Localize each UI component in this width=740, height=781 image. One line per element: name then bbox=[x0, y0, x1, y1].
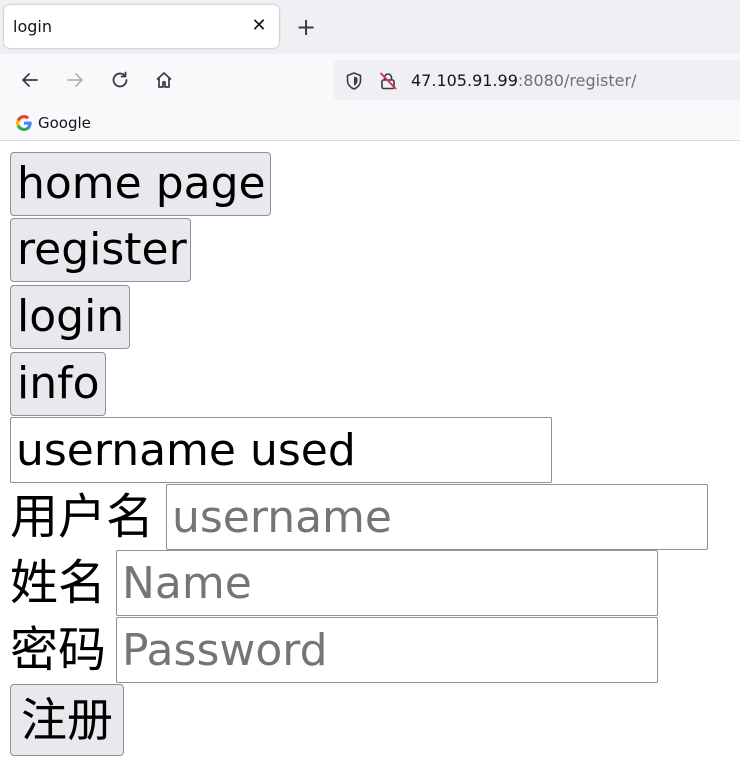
info-button[interactable]: info bbox=[10, 352, 106, 416]
active-tab[interactable]: login ✕ bbox=[4, 5, 279, 48]
shield-icon[interactable] bbox=[343, 70, 365, 92]
password-input[interactable] bbox=[116, 617, 658, 683]
url-text[interactable]: 47.105.91.99:8080/register/ bbox=[411, 71, 636, 90]
status-message-field[interactable] bbox=[10, 417, 552, 483]
tab-title: login bbox=[13, 17, 52, 36]
bookmark-label: Google bbox=[38, 114, 91, 132]
insecure-lock-icon[interactable] bbox=[377, 70, 399, 92]
page-content: home page register login info 用户名 姓名 密码 … bbox=[0, 141, 740, 781]
password-label: 密码 bbox=[10, 622, 107, 678]
url-path: :8080/register/ bbox=[517, 71, 637, 90]
username-input[interactable] bbox=[166, 484, 708, 550]
google-logo-icon bbox=[16, 115, 32, 131]
url-host: 47.105.91.99 bbox=[411, 71, 518, 90]
tab-strip: login ✕ + bbox=[0, 0, 740, 54]
reload-icon[interactable] bbox=[107, 67, 133, 93]
address-bar[interactable]: 47.105.91.99:8080/register/ bbox=[334, 60, 740, 100]
new-tab-button[interactable]: + bbox=[293, 12, 319, 42]
back-icon[interactable] bbox=[17, 67, 43, 93]
forward-icon[interactable] bbox=[62, 67, 88, 93]
bookmark-google[interactable]: Google bbox=[16, 113, 91, 133]
bookmarks-toolbar: Google bbox=[0, 106, 740, 141]
name-label: 姓名 bbox=[10, 555, 107, 611]
name-input[interactable] bbox=[116, 550, 658, 616]
submit-register-button[interactable]: 注册 bbox=[10, 684, 124, 756]
login-button[interactable]: login bbox=[10, 285, 130, 349]
username-label: 用户名 bbox=[10, 489, 155, 545]
close-tab-icon[interactable]: ✕ bbox=[249, 14, 269, 38]
home-page-button[interactable]: home page bbox=[10, 152, 271, 216]
navigation-toolbar: 47.105.91.99:8080/register/ bbox=[0, 54, 740, 106]
register-button[interactable]: register bbox=[10, 218, 191, 282]
home-icon[interactable] bbox=[151, 67, 177, 93]
